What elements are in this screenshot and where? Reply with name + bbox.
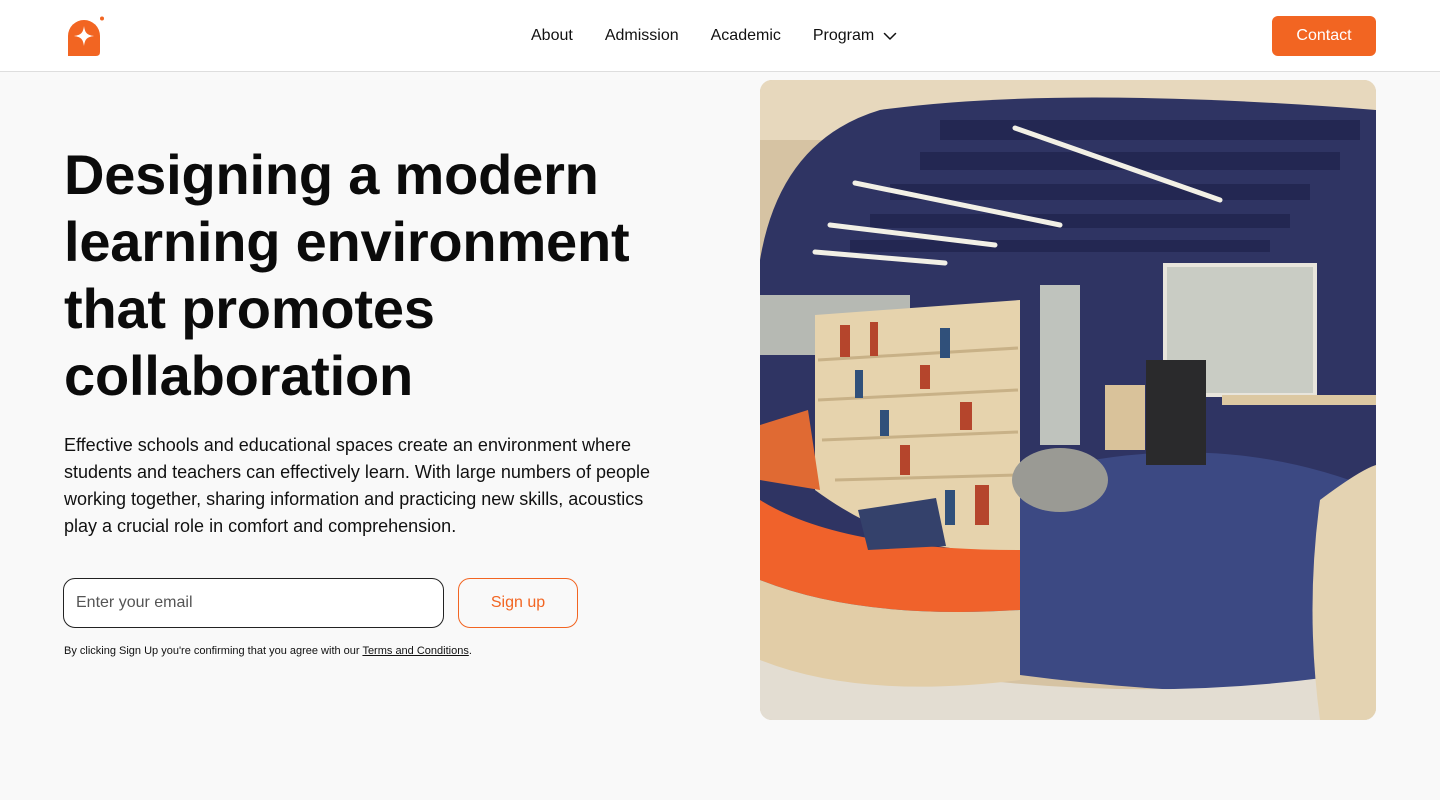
terms-suffix: . — [468, 645, 472, 657]
nav-link-about[interactable]: About — [531, 27, 573, 45]
chevron-down-icon — [883, 32, 897, 40]
top-navbar: About Admission Academic Program Contact — [0, 0, 1440, 72]
terms-note: By clicking Sign Up you're confirming th… — [64, 645, 472, 657]
contact-button[interactable]: Contact — [1272, 16, 1376, 56]
terms-link[interactable]: Terms and Conditions — [362, 645, 468, 657]
email-input[interactable] — [63, 578, 444, 628]
nav-link-admission[interactable]: Admission — [605, 27, 679, 45]
nav-dropdown-program[interactable]: Program — [813, 27, 898, 45]
hero-title: Designing a modern learning environment … — [64, 143, 630, 407]
main-nav: About Admission Academic Program — [531, 0, 898, 72]
hero-description: Effective schools and educational spaces… — [64, 435, 651, 536]
sign-up-button[interactable]: Sign up — [458, 578, 578, 628]
library-interior-photo — [760, 80, 1376, 720]
nav-label-about: About — [531, 27, 573, 44]
terms-prefix: By clicking Sign Up you're confirming th… — [64, 645, 363, 657]
nav-link-academic[interactable]: Academic — [711, 27, 781, 45]
nav-label-academic: Academic — [710, 27, 781, 44]
sparkle-logo-icon[interactable] — [64, 16, 106, 56]
nav-label-admission: Admission — [604, 27, 679, 44]
nav-label-program: Program — [812, 27, 875, 44]
